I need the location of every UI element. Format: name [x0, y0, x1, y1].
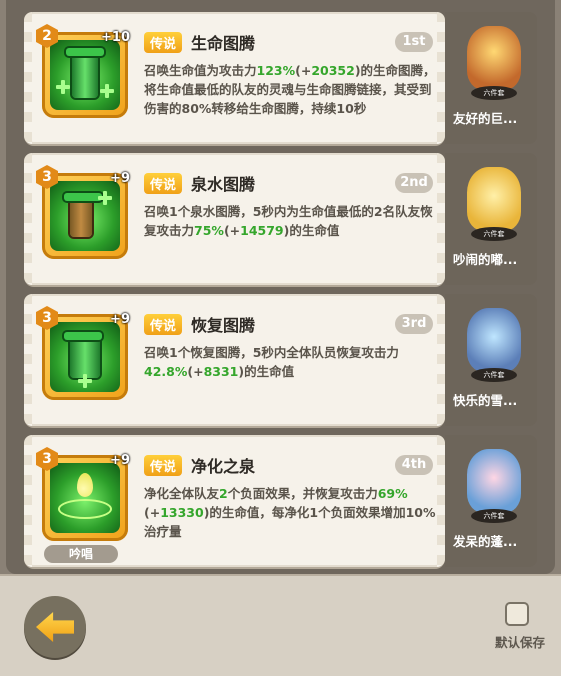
legend-tag: 传说	[144, 455, 183, 476]
hero-avatar	[467, 308, 521, 372]
rank-badge: 3rd	[395, 314, 433, 334]
skill-description: 召唤生命值为攻击力123%(+20352)的生命图腾，将生命值最低的队友的灵魂与…	[144, 63, 436, 116]
set-label: 六件套	[483, 230, 505, 238]
skill-description: 净化全体队友2个负面效果，并恢复攻击力69%(+13330)的生命值，每净化1个…	[144, 486, 436, 539]
skill-level: +9	[110, 312, 130, 327]
rank-badge: 2nd	[395, 173, 433, 193]
hero-slot-4[interactable]: 六件套 发呆的蓬...	[445, 435, 537, 567]
chant-tag: 吟唱	[44, 545, 118, 563]
skill-name: 生命图腾	[191, 34, 256, 53]
hero-name: 吵闹的嘟...	[453, 252, 518, 267]
hero-avatar	[467, 26, 521, 90]
hero-slot-1[interactable]: 六件套 友好的巨...	[445, 12, 537, 144]
set-label: 六件套	[483, 89, 505, 97]
rank-badge: 4th	[395, 455, 433, 475]
legend-tag: 传说	[144, 173, 183, 194]
fountain-totem-icon	[50, 181, 120, 251]
purify-spring-icon	[50, 463, 120, 533]
skill-icon-frame[interactable]: 3 +9	[36, 447, 130, 541]
back-button[interactable]	[24, 596, 86, 658]
hero-avatar	[467, 167, 521, 231]
hero-name: 快乐的雪...	[453, 393, 518, 408]
skill-level: +10	[101, 30, 130, 45]
skill-card-4[interactable]: 3 +9 吟唱 传说 净化之泉 4th 净化全体队友2个负面效果，并恢复攻击力6…	[24, 435, 445, 567]
skill-name: 恢复图腾	[191, 316, 256, 335]
skill-icon-frame[interactable]: 2 +10	[36, 24, 130, 118]
set-label: 六件套	[483, 371, 505, 379]
rank-badge: 1st	[395, 32, 433, 52]
skill-description: 召唤1个恢复图腾，5秒内全体队员恢复攻击力42.8%(+8331)的生命值	[144, 345, 399, 379]
hero-name: 发呆的蓬...	[453, 534, 518, 549]
hero-avatar	[467, 449, 521, 513]
skill-card-3[interactable]: 3 +9 传说 恢复图腾 3rd 召唤1个恢复图腾，5秒内全体队员恢复攻击力42…	[24, 294, 445, 426]
skill-name: 净化之泉	[191, 457, 256, 476]
default-save-label: 默认保存	[494, 635, 545, 650]
skill-level: +9	[110, 453, 130, 468]
life-totem-icon	[50, 40, 120, 110]
recovery-totem-icon	[50, 322, 120, 392]
hero-name: 友好的巨...	[453, 111, 518, 126]
hero-slot-2[interactable]: 六件套 吵闹的嘟...	[445, 153, 537, 285]
skill-description: 召唤1个泉水图腾，5秒内为生命值最低的2名队友恢复攻击力75%(+14579)的…	[144, 204, 433, 238]
hero-slot-3[interactable]: 六件套 快乐的雪...	[445, 294, 537, 426]
skill-name: 泉水图腾	[191, 175, 256, 194]
legend-tag: 传说	[144, 314, 183, 335]
skill-level: +9	[110, 171, 130, 186]
back-arrow-icon	[36, 612, 74, 642]
skill-icon-frame[interactable]: 3 +9	[36, 165, 130, 259]
set-label: 六件套	[483, 512, 505, 520]
skill-icon-frame[interactable]: 3 +9	[36, 306, 130, 400]
legend-tag: 传说	[144, 32, 183, 53]
skill-card-1[interactable]: 2 +10 传说 生命图腾 1st 召唤生命值为攻击力123%(+20352)的…	[24, 12, 445, 144]
default-save-checkbox[interactable]	[505, 602, 529, 626]
skill-card-2[interactable]: 3 +9 传说 泉水图腾 2nd 召唤1个泉水图腾，5秒内为生命值最低的2名队友…	[24, 153, 445, 285]
